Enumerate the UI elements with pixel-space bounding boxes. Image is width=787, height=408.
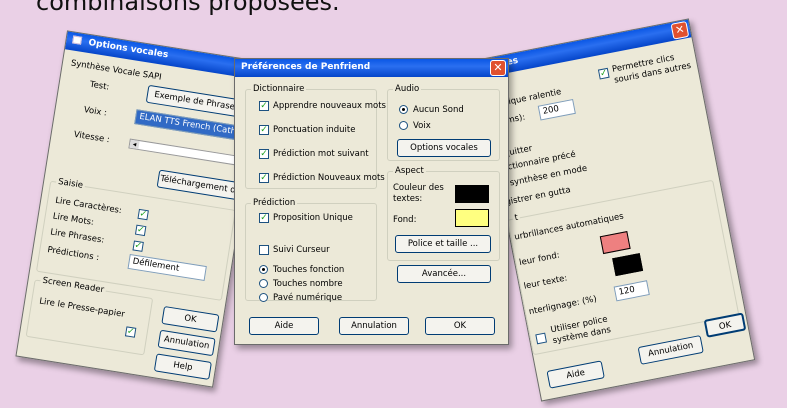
function-keys-radio[interactable] (259, 265, 268, 274)
numpad-radio[interactable] (259, 293, 268, 302)
ok-button[interactable]: OK (425, 317, 495, 335)
screen-reader-group: Screen Reader (25, 275, 154, 356)
unique-proposal-checkbox[interactable]: ✓ (259, 213, 269, 223)
advanced-button[interactable]: Avancée... (397, 265, 491, 283)
voice-label: Voix : (83, 105, 108, 119)
new-words-checkbox[interactable]: ✓ (259, 173, 269, 183)
prediction-group-label: Prédiction (251, 198, 298, 208)
window-title: Options vocales (87, 37, 169, 61)
font-size-button[interactable]: Police et taille ... (395, 235, 491, 253)
delay-input[interactable]: 200 (537, 98, 576, 121)
dictionary-group-label: Dictionnaire (251, 84, 307, 94)
next-word-checkbox[interactable]: ✓ (259, 149, 269, 159)
help-button[interactable]: Aide (249, 317, 319, 335)
voice-options-window: Options vocales Synthèse Vocale SAPI Tes… (15, 30, 265, 388)
cancel-button[interactable]: Annulation (339, 317, 409, 335)
window-title: Préférences de Penfriend (241, 62, 371, 72)
audio-group-label: Audio (393, 84, 422, 94)
aspect-group-label: Aspect (393, 166, 426, 176)
test-label: Test: (89, 79, 110, 93)
prefs-titlebar: Préférences de Penfriend (235, 59, 508, 77)
help-button[interactable]: Help (153, 353, 212, 380)
help-button[interactable]: Aide (546, 360, 605, 389)
function-keys-label: Touches fonction (273, 265, 345, 275)
background-swatch[interactable] (455, 209, 489, 227)
window-icon (72, 35, 83, 45)
speed-label: Vitesse : (73, 129, 111, 146)
cursor-follow-label: Suivi Curseur (273, 245, 330, 255)
no-sound-radio[interactable] (399, 105, 408, 114)
read-words-checkbox[interactable]: ✓ (134, 224, 147, 237)
slider-left-arrow[interactable]: ◂ (129, 139, 140, 150)
voice-label: Voix (413, 121, 431, 131)
page-heading: combinaisons proposées. (36, 0, 340, 16)
learn-words-label: Apprendre nouveaux mots (273, 101, 386, 111)
use-font-checkbox[interactable] (535, 332, 548, 345)
close-icon[interactable]: ✕ (670, 20, 690, 40)
number-keys-label: Touches nombre (273, 279, 343, 289)
number-keys-radio[interactable] (259, 279, 268, 288)
numpad-label: Pavé numérique (273, 293, 343, 303)
allow-clicks-checkbox[interactable]: ✓ (597, 67, 610, 80)
no-sound-label: Aucun Sond (413, 105, 464, 115)
download-button[interactable]: Téléchargement de (156, 169, 245, 201)
read-chars-checkbox[interactable]: ✓ (137, 208, 149, 221)
learn-words-checkbox[interactable]: ✓ (259, 101, 269, 111)
allow-clicks-label: Permettre clics souris dans autres (611, 52, 692, 86)
cursor-follow-checkbox[interactable] (259, 245, 269, 255)
new-words-label: Prédiction Nouveaux mots (273, 173, 385, 183)
unique-proposal-label: Proposition Unique (273, 213, 353, 223)
close-icon[interactable]: ✕ (490, 60, 506, 76)
advanced-window: ancées ✕ tions omatique ralentie on (ms)… (474, 18, 756, 402)
punctuation-checkbox[interactable]: ✓ (259, 125, 269, 135)
register-label: gistrer en gutta (504, 185, 572, 208)
punctuation-label: Ponctuation induite (273, 125, 356, 135)
cancel-button[interactable]: Annulation (157, 329, 216, 357)
penfriend-prefs-window: Préférences de Penfriend ✕ Dictionnaire … (234, 58, 509, 345)
speed-slider[interactable]: ◂ (128, 138, 241, 166)
background-label: Fond: (393, 215, 417, 225)
voice-radio[interactable] (399, 121, 408, 130)
next-word-label: Prédiction mot suivant (273, 149, 369, 159)
clipboard-checkbox[interactable]: ✓ (124, 326, 137, 338)
saisie-group-label: Saisie (55, 176, 86, 192)
read-sentences-checkbox[interactable]: ✓ (132, 240, 144, 252)
ok-button[interactable]: OK (161, 305, 220, 333)
cancel-button[interactable]: Annulation (637, 334, 704, 365)
text-color-label: Couleur des textes: (393, 183, 444, 204)
text-group-label: t (511, 212, 521, 224)
text-color-swatch[interactable] (455, 185, 489, 203)
voice-options-button[interactable]: Options vocales (397, 139, 491, 157)
